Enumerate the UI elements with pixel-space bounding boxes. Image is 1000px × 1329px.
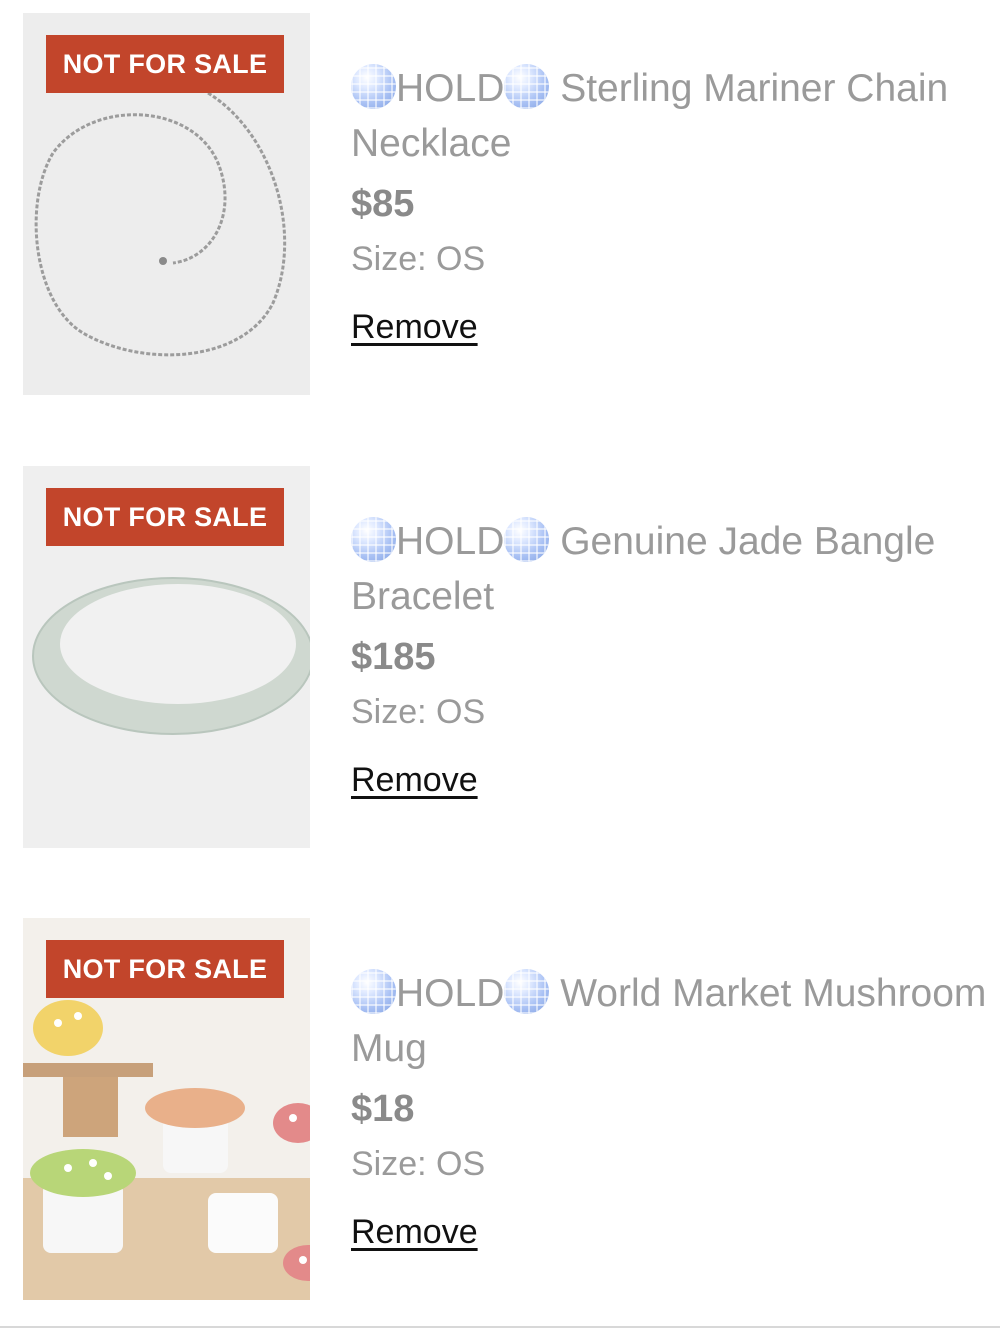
disco-ball-icon: [504, 517, 550, 562]
item-price: $85: [351, 183, 415, 225]
disco-ball-icon: [504, 969, 550, 1014]
item-price: $18: [351, 1088, 415, 1130]
item-info: HOLD Genuine Jade Bangle Bracelet $185 S…: [351, 514, 1000, 802]
list-item[interactable]: NOT FOR SALE HOLD World Market Mushroom …: [0, 918, 1000, 1328]
title-line-1: Sterling Mariner Chain: [560, 67, 949, 110]
remove-link[interactable]: Remove: [351, 1210, 478, 1254]
item-info: HOLD Sterling Mariner Chain Necklace $85…: [351, 61, 1000, 349]
disco-ball-icon: [351, 969, 396, 1014]
item-title[interactable]: HOLD Genuine Jade Bangle Bracelet: [351, 514, 1000, 624]
not-for-sale-badge: NOT FOR SALE: [46, 35, 284, 93]
disco-ball-icon: [504, 64, 550, 109]
item-info: HOLD World Market Mushroom Mug $18 Size:…: [351, 966, 1000, 1254]
title-line-1: World Market Mushroom: [560, 972, 987, 1015]
hold-label: HOLD: [396, 972, 505, 1015]
hold-label: HOLD: [396, 67, 505, 110]
disco-ball-icon: [351, 517, 396, 562]
list-item[interactable]: NOT FOR SALE HOLD Sterling Mariner Chain…: [0, 13, 1000, 403]
remove-link[interactable]: Remove: [351, 758, 478, 802]
item-size: Size: OS: [351, 1145, 486, 1183]
disco-ball-icon: [351, 64, 396, 109]
not-for-sale-badge: NOT FOR SALE: [46, 940, 284, 998]
title-line-2: Mug: [351, 1027, 427, 1070]
item-title[interactable]: HOLD Sterling Mariner Chain Necklace: [351, 61, 1000, 171]
hold-label: HOLD: [396, 520, 505, 563]
item-size: Size: OS: [351, 240, 486, 278]
title-line-2: Necklace: [351, 122, 512, 165]
title-line-1: Genuine Jade Bangle: [560, 520, 936, 563]
not-for-sale-badge: NOT FOR SALE: [46, 488, 284, 546]
title-line-2: Bracelet: [351, 575, 495, 618]
remove-link[interactable]: Remove: [351, 305, 478, 349]
divider: [0, 1326, 1000, 1328]
item-size: Size: OS: [351, 693, 486, 731]
item-price: $185: [351, 636, 436, 678]
list-item[interactable]: NOT FOR SALE HOLD Genuine Jade Bangle Br…: [0, 466, 1000, 856]
item-title[interactable]: HOLD World Market Mushroom Mug: [351, 966, 1000, 1076]
